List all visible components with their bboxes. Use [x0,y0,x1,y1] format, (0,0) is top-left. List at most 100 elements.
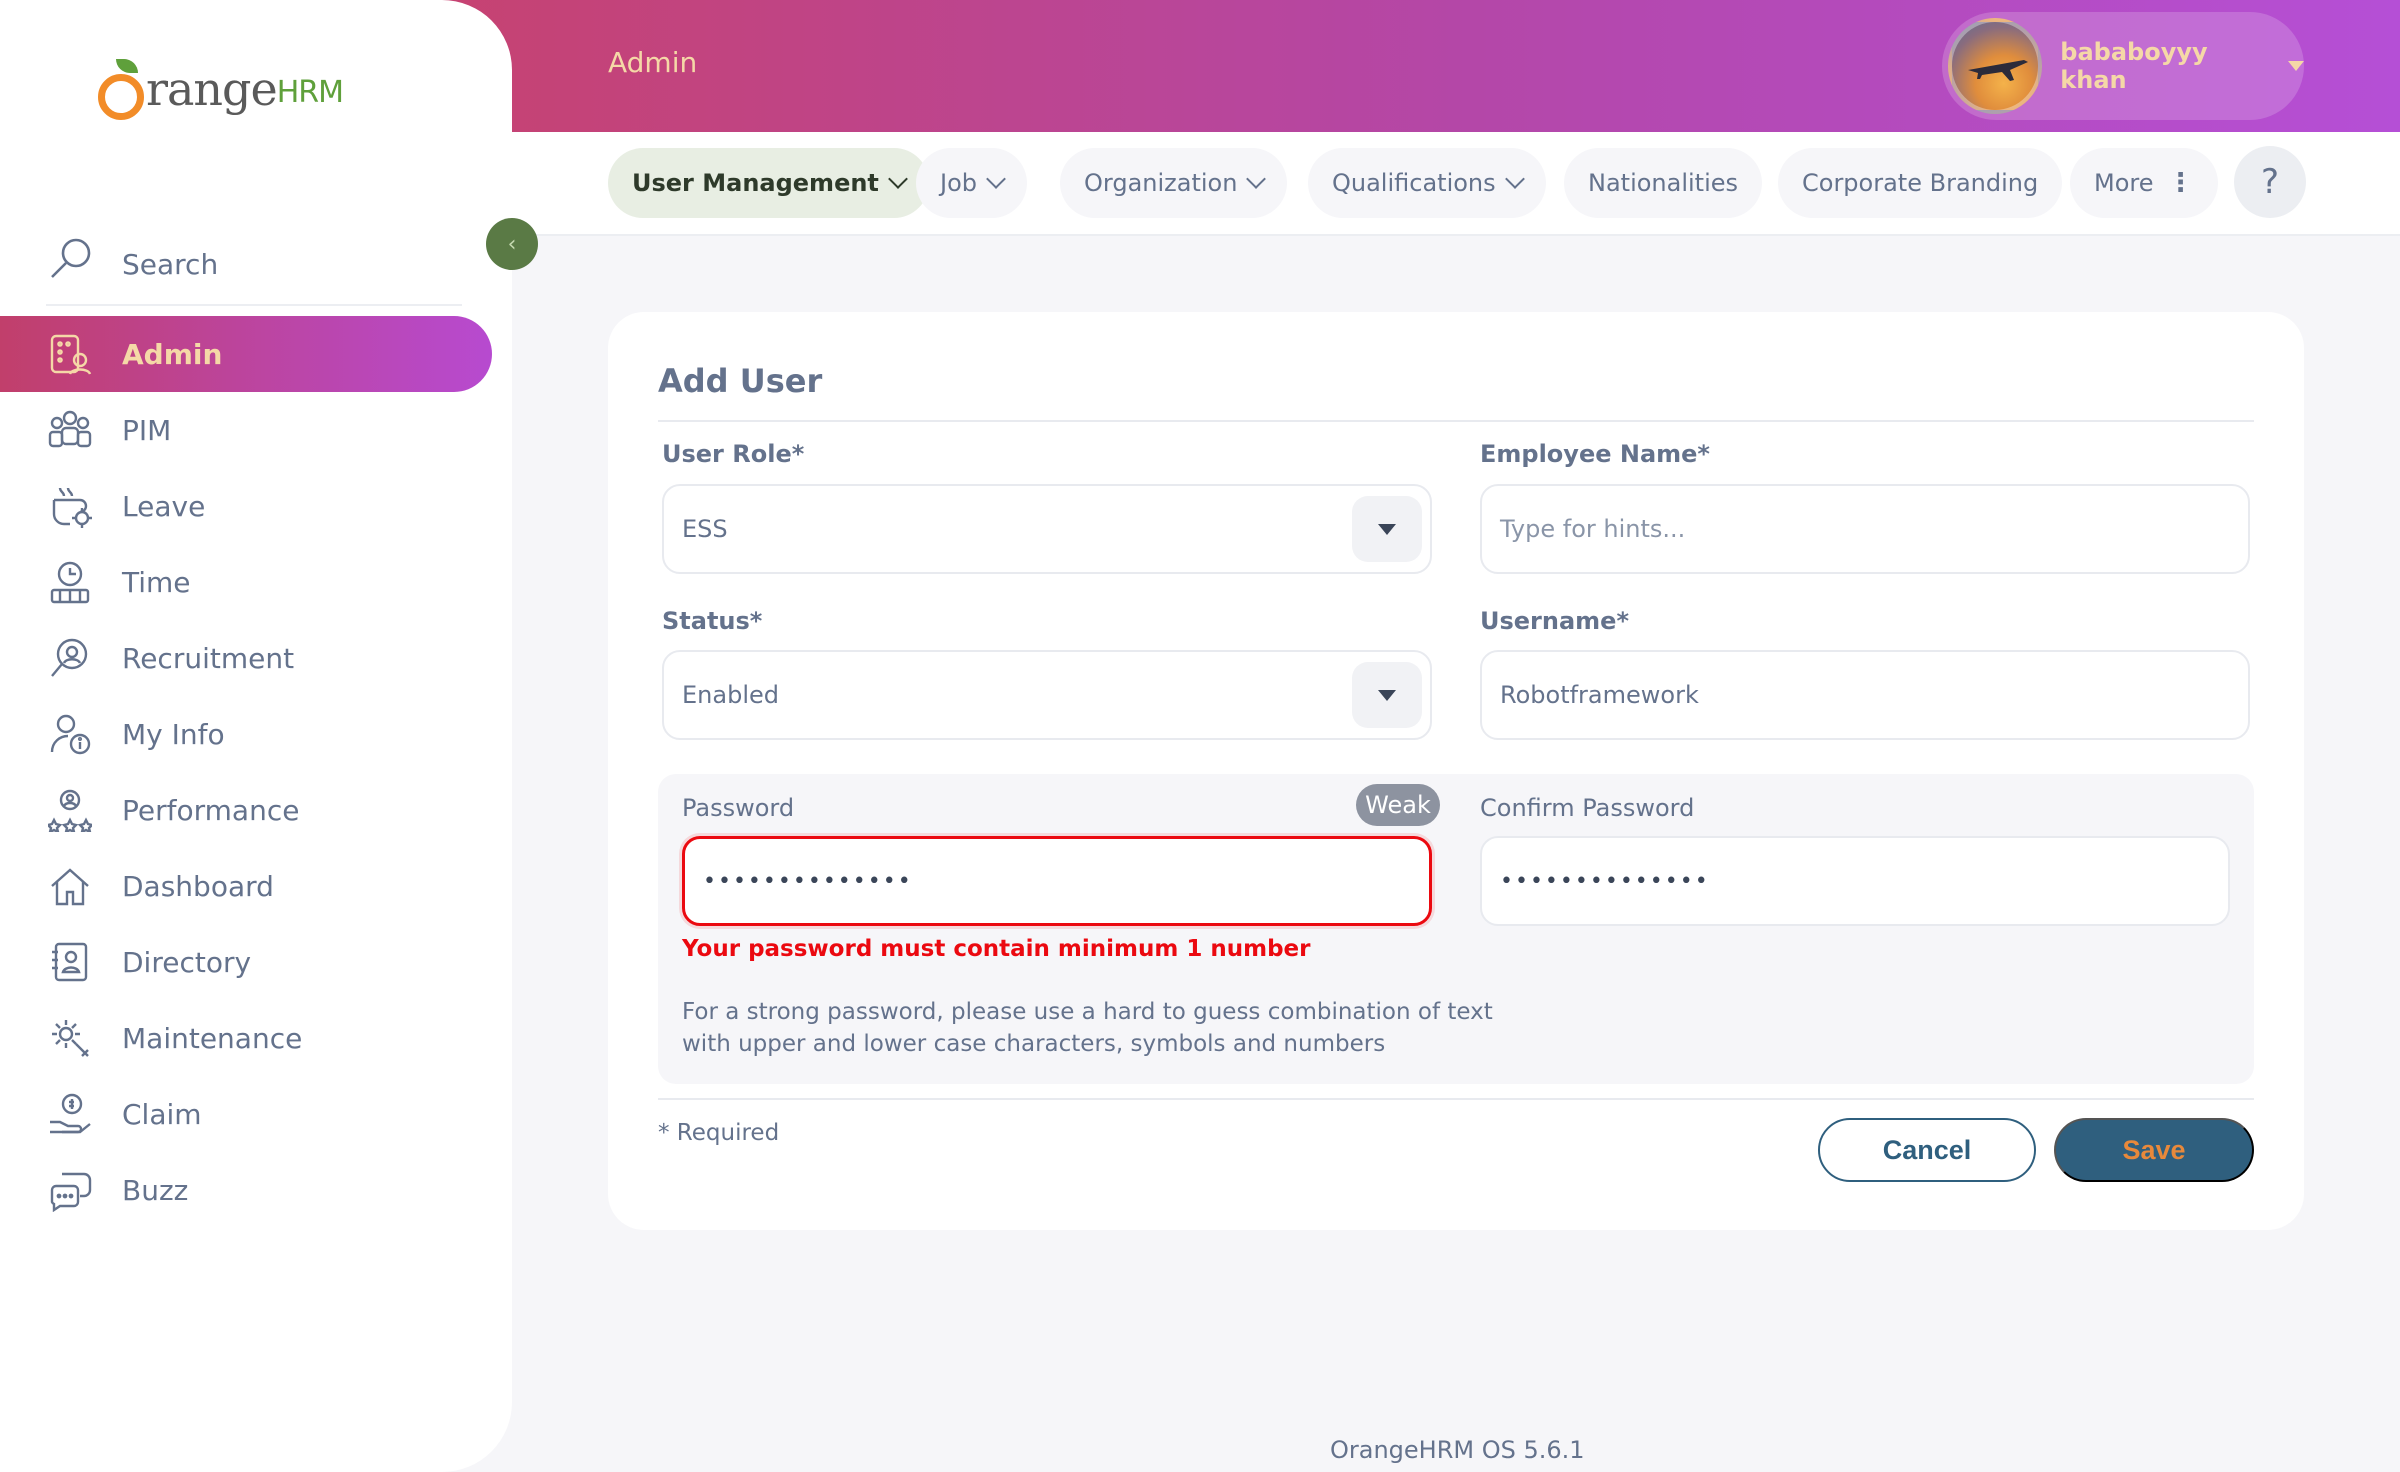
tab-more[interactable]: More ⋮ [2070,148,2218,218]
confirm-password-label: Confirm Password [1480,794,1695,822]
orange-logo-icon [98,59,144,120]
divider [658,1098,2254,1100]
chevron-left-icon: ‹ [507,231,517,257]
employee-name-input[interactable]: Type for hints... [1480,484,2250,574]
sidebar-item-label: Time [122,565,191,599]
logo-suffix: HRM [276,75,344,110]
password-hint-line: For a strong password, please use a hard… [682,999,1493,1025]
dropdown-toggle[interactable] [1352,496,1422,562]
sidebar: range HRM Search Admin PIM Leave Time Re… [0,0,512,1472]
user-name: bababoyyy khan [2060,38,2208,94]
search-label: Search [122,247,219,281]
dropdown-toggle[interactable] [1352,662,1422,728]
sidebar-item-label: Directory [122,945,252,979]
more-vertical-icon: ⋮ [2167,168,2194,198]
user-role-value: ESS [682,515,728,543]
help-button[interactable]: ? [2234,146,2306,218]
caret-down-icon [2288,61,2304,71]
orangehrm-logo[interactable]: range HRM [98,59,344,120]
caret-down-icon [1378,523,1396,535]
password-value: •••••••••••••• [703,868,913,894]
sidebar-collapse-button[interactable]: ‹ [486,218,538,270]
sidebar-item-label: Performance [122,793,300,827]
buzz-icon [46,1166,94,1214]
sidebar-item-pim[interactable]: PIM [0,392,512,468]
user-dropdown[interactable]: bababoyyy khan [1942,12,2304,120]
password-error-message: Your password must contain minimum 1 num… [682,936,1311,962]
leave-icon [46,482,94,530]
time-icon [46,558,94,606]
logo-text: range [146,62,278,116]
sidebar-item-my-info[interactable]: My Info [0,696,512,772]
tab-user-management[interactable]: User Management [608,148,929,218]
sidebar-item-label: PIM [122,413,172,447]
recruitment-icon [46,634,94,682]
save-button[interactable]: Save [2054,1118,2254,1182]
directory-icon [46,938,94,986]
tab-organization[interactable]: Organization [1060,148,1288,218]
sidebar-item-admin[interactable]: Admin [0,316,492,392]
sidebar-item-recruitment[interactable]: Recruitment [0,620,512,696]
cancel-button[interactable]: Cancel [1818,1118,2036,1182]
pim-icon [46,406,94,454]
sidebar-item-claim[interactable]: Claim [0,1076,512,1152]
required-note: * Required [658,1120,780,1146]
chevron-down-icon [986,169,1006,189]
sidebar-item-label: Admin [122,337,223,371]
tab-label: User Management [632,169,879,197]
tab-nationalities[interactable]: Nationalities [1564,148,1763,218]
my-info-icon [46,710,94,758]
password-input[interactable]: •••••••••••••• [682,836,1432,926]
tab-job[interactable]: Job [916,148,1027,218]
employee-name-label: Employee Name* [1480,440,1710,468]
status-value: Enabled [682,681,779,709]
tab-qualifications[interactable]: Qualifications [1308,148,1546,218]
chevron-down-icon [1504,169,1525,189]
dashboard-icon [46,862,94,910]
claim-icon [46,1090,94,1138]
sidebar-search[interactable]: Search [46,216,462,306]
sidebar-item-dashboard[interactable]: Dashboard [0,848,512,924]
sidebar-item-time[interactable]: Time [0,544,512,620]
sidebar-item-label: My Info [122,717,225,751]
search-icon [46,235,96,285]
airplane-icon [1968,60,2028,81]
status-select[interactable]: Enabled [662,650,1432,740]
tab-label: Nationalities [1588,169,1739,197]
tab-corporate-branding[interactable]: Corporate Branding [1778,148,2063,218]
chevron-down-icon [888,169,908,189]
sidebar-item-label: Dashboard [122,869,274,903]
confirm-password-input[interactable]: •••••••••••••• [1480,836,2230,926]
admin-icon [46,330,94,378]
password-strength-badge: Weak [1356,784,1440,826]
main-menu: Admin PIM Leave Time Recruitment My Info… [0,316,512,1228]
username-input[interactable]: Robotframework [1480,650,2250,740]
confirm-password-value: •••••••••••••• [1500,868,1710,894]
performance-icon [46,786,94,834]
sidebar-item-leave[interactable]: Leave [0,468,512,544]
sidebar-item-label: Maintenance [122,1021,303,1055]
divider [658,420,2254,422]
tab-label: Organization [1084,169,1238,197]
user-role-label: User Role* [662,440,805,468]
sidebar-item-directory[interactable]: Directory [0,924,512,1000]
user-role-select[interactable]: ESS [662,484,1432,574]
sidebar-item-label: Recruitment [122,641,295,675]
password-hint-line: with upper and lower case characters, sy… [682,1031,1386,1057]
tab-label: More [2094,169,2154,197]
tab-label: Corporate Branding [1802,169,2039,197]
status-label: Status* [662,607,763,635]
password-label: Password [682,794,795,822]
tab-label: Job [940,169,977,197]
password-hint: For a strong password, please use a hard… [682,996,1493,1060]
chevron-down-icon [1246,169,1267,189]
add-user-card: Add User User Role* ESS Employee Name* T… [608,312,2304,1230]
sidebar-item-performance[interactable]: Performance [0,772,512,848]
admin-tabbar: User Management Job Organization Qualifi… [512,132,2400,236]
sidebar-item-label: Leave [122,489,206,523]
caret-down-icon [1378,689,1396,701]
form-title: Add User [658,362,823,400]
username-label: Username* [1480,607,1630,635]
sidebar-item-buzz[interactable]: Buzz [0,1152,512,1228]
sidebar-item-maintenance[interactable]: Maintenance [0,1000,512,1076]
